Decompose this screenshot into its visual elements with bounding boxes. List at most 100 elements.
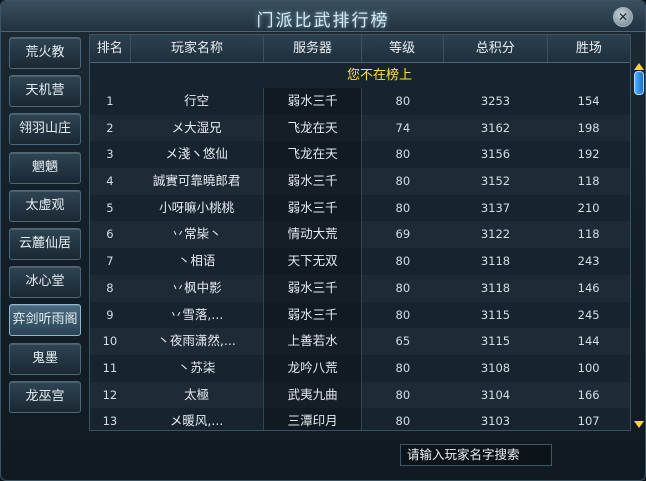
table-row[interactable]: 2 メ大湿兄 飞龙在天 74 3162 198	[90, 114, 630, 142]
cell-level: 80	[395, 200, 411, 215]
table-row[interactable]: 10 丶夜雨潇然,... 上善若水 65 3115 144	[90, 328, 630, 355]
cell-rank: 4	[106, 174, 114, 189]
sidebar-item-huanghuo[interactable]: 荒火教	[9, 37, 81, 69]
sidebar-item-tianji[interactable]: 天机营	[9, 75, 81, 108]
table-row[interactable]: 9 丷雪落,... 弱水三千 80 3115 245	[90, 301, 630, 329]
sidebar-item-lingyu[interactable]: 翎羽山庄	[9, 113, 81, 146]
cell-server: 弱水三千	[263, 88, 362, 115]
cell-rank: 3	[106, 147, 114, 162]
cell-player-name: 丶苏柒	[177, 359, 216, 375]
table-row[interactable]: 8 丷枫中影 弱水三千 80 3118 146	[90, 274, 630, 302]
cell-total-score: 3118	[480, 280, 511, 295]
cell-total-score: 3152	[480, 174, 511, 189]
sidebar-item-yunlu[interactable]: 云麓仙居	[9, 227, 81, 260]
cell-level: 65	[395, 334, 411, 349]
header-player-name: 玩家名称	[131, 35, 265, 62]
table-row[interactable]: 5 小呀嘛小桃桃 弱水三千 80 3137 210	[90, 194, 630, 222]
cell-rank: 7	[106, 254, 114, 269]
cell-wins: 118	[577, 227, 600, 242]
cell-total-score: 3118	[480, 254, 511, 269]
cell-level: 80	[395, 360, 411, 375]
cell-level: 80	[395, 387, 411, 402]
cell-level: 69	[395, 227, 411, 242]
ranking-table: 排名 玩家名称 服务器 等级 总积分 胜场 您不在榜上 1 行空 弱水三千 80 325…	[89, 34, 631, 431]
cell-rank: 8	[106, 280, 114, 295]
cell-wins: 245	[577, 307, 600, 322]
cell-rank: 11	[102, 360, 118, 375]
sect-sidebar: 荒火教 天机营 翎羽山庄 魍魉 太虚观 云麓仙居 冰心堂 弈剑听雨阁 鬼墨 龙巫…	[9, 37, 83, 419]
cell-player-name: 丷枫中影	[171, 279, 222, 295]
window-title: 门派比武排行榜	[256, 11, 390, 31]
cell-wins: 100	[577, 360, 600, 375]
ranking-window: 门派比武排行榜 ✕ 荒火教 天机营 翎羽山庄 魍魉 太虚观 云麓仙居 冰心堂 弈…	[0, 0, 646, 481]
cell-wins: 107	[577, 414, 600, 429]
table-row[interactable]: 13 メ暖风,... 三潭印月 80 3103 107	[90, 408, 630, 430]
notice-row: 您不在榜上	[90, 63, 630, 88]
cell-server: 弱水三千	[263, 301, 362, 329]
cell-rank: 5	[106, 200, 114, 215]
sidebar-item-wangliang[interactable]: 魍魉	[9, 151, 81, 184]
scroll-down-icon[interactable]	[634, 421, 644, 428]
cell-server: 弱水三千	[263, 168, 362, 195]
cell-level: 80	[395, 307, 411, 322]
cell-wins: 243	[577, 254, 600, 269]
table-row[interactable]: 1 行空 弱水三千 80 3253 154	[90, 88, 630, 115]
cell-rank: 12	[102, 387, 118, 402]
sidebar-item-guimo[interactable]: 鬼墨	[9, 342, 81, 375]
cell-wins: 118	[577, 174, 600, 189]
cell-server: 武夷九曲	[263, 381, 362, 409]
scroll-up-icon[interactable]	[634, 63, 644, 70]
scrollbar[interactable]	[634, 63, 644, 433]
cell-player-name: 丷雪落,...	[169, 306, 224, 322]
cell-total-score: 3115	[480, 334, 511, 349]
cell-player-name: 丷常枈丶	[171, 226, 222, 242]
cell-wins: 198	[577, 120, 600, 135]
cell-total-score: 3162	[480, 120, 511, 135]
table-row[interactable]: 11 丶苏柒 龙吟八荒 80 3108 100	[90, 354, 630, 382]
cell-server: 情动大荒	[263, 221, 362, 249]
table-header: 排名 玩家名称 服务器 等级 总积分 胜场	[90, 35, 630, 63]
cell-server: 弱水三千	[263, 274, 362, 302]
table-row[interactable]: 6 丷常枈丶 情动大荒 69 3122 118	[90, 221, 630, 249]
cell-server: 三潭印月	[263, 408, 362, 430]
cell-rank: 2	[106, 120, 114, 135]
cell-total-score: 3122	[480, 227, 511, 242]
cell-player-name: 行空	[184, 93, 210, 108]
cell-level: 80	[395, 94, 411, 108]
cell-total-score: 3156	[480, 147, 511, 162]
cell-rank: 13	[102, 414, 118, 429]
cell-rank: 6	[106, 227, 114, 242]
scroll-thumb[interactable]	[634, 71, 644, 95]
cell-server: 飞龙在天	[263, 114, 362, 142]
cell-rank: 1	[106, 94, 114, 108]
title-bar: 门派比武排行榜 ✕	[1, 1, 645, 32]
cell-server: 上善若水	[263, 328, 362, 355]
sidebar-item-taixu[interactable]: 太虚观	[9, 189, 81, 222]
cell-total-score: 3115	[480, 307, 511, 322]
header-server: 服务器	[264, 35, 362, 62]
cell-player-name: 丶夜雨潇然,...	[157, 333, 236, 349]
table-row[interactable]: 3 メ淺ヽ悠仙 飞龙在天 80 3156 192	[90, 141, 630, 169]
cell-total-score: 3253	[480, 94, 511, 108]
cell-server: 飞龙在天	[263, 141, 362, 169]
table-row[interactable]: 7 丶相语 天下无双 80 3118 243	[90, 248, 630, 275]
cell-wins: 192	[577, 147, 600, 162]
cell-rank: 9	[106, 307, 114, 322]
header-total-score: 总积分	[444, 35, 548, 62]
cell-total-score: 3137	[480, 200, 511, 215]
cell-wins: 146	[577, 280, 600, 295]
cell-total-score: 3104	[480, 387, 511, 402]
cell-player-name: 誠實可靠曉郎君	[152, 173, 241, 189]
sidebar-item-yijian[interactable]: 弈剑听雨阁	[9, 304, 81, 337]
table-row[interactable]: 12 太極 武夷九曲 80 3104 166	[90, 381, 630, 409]
table-row[interactable]: 4 誠實可靠曉郎君 弱水三千 80 3152 118	[90, 168, 630, 195]
player-search-input[interactable]: 请输入玩家名字搜索	[400, 444, 552, 466]
cell-wins: 154	[577, 94, 600, 108]
cell-server: 天下无双	[263, 248, 362, 275]
sidebar-item-longwu[interactable]: 龙巫宫	[9, 380, 81, 413]
cell-player-name: 丶相语	[177, 253, 216, 269]
close-icon[interactable]: ✕	[613, 7, 633, 27]
sidebar-item-bingxin[interactable]: 冰心堂	[9, 266, 81, 299]
cell-level: 80	[395, 174, 411, 189]
cell-level: 74	[395, 120, 411, 135]
